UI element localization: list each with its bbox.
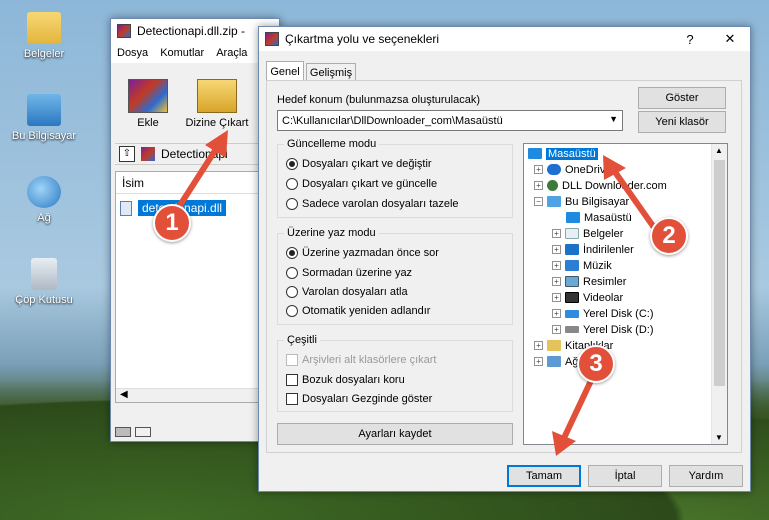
arrow-1-shaft xyxy=(172,144,221,215)
step-marker-2: 2 xyxy=(650,217,688,255)
step-marker-1: 1 xyxy=(153,204,191,242)
step-marker-3: 3 xyxy=(577,345,615,383)
annotation-arrows xyxy=(172,130,663,456)
